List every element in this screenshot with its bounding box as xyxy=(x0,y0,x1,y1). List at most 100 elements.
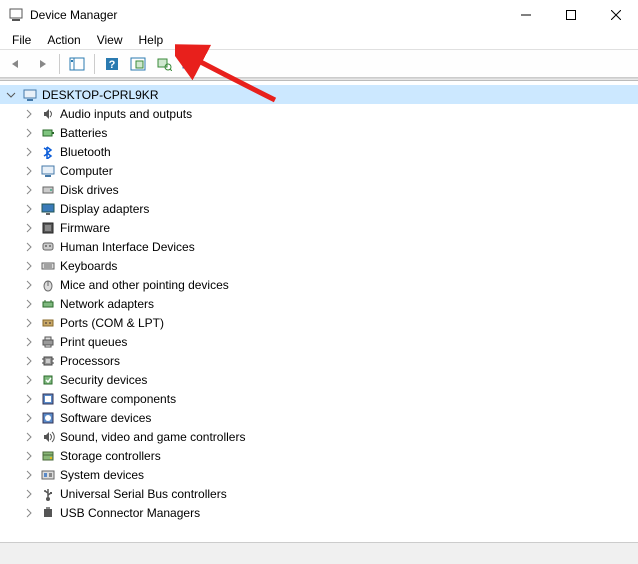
audio-icon xyxy=(40,106,56,122)
firmware-icon xyxy=(40,220,56,236)
expand-icon[interactable] xyxy=(22,278,36,292)
menubar: File Action View Help xyxy=(0,30,638,50)
help-button[interactable]: ? xyxy=(100,52,124,76)
tree-category[interactable]: Batteries xyxy=(0,123,638,142)
expand-icon[interactable] xyxy=(22,126,36,140)
expand-icon[interactable] xyxy=(22,164,36,178)
tree-category-label: Computer xyxy=(60,164,113,178)
expand-icon[interactable] xyxy=(22,373,36,387)
security-icon xyxy=(40,372,56,388)
usb-icon xyxy=(40,486,56,502)
tree-category[interactable]: Print queues xyxy=(0,332,638,351)
printer-icon xyxy=(40,334,56,350)
action-button[interactable] xyxy=(126,52,150,76)
tree-category-label: Software components xyxy=(60,392,176,406)
tree-category-label: Bluetooth xyxy=(60,145,111,159)
disk-icon xyxy=(40,182,56,198)
tree-category[interactable]: Keyboards xyxy=(0,256,638,275)
collapse-icon[interactable] xyxy=(4,88,18,102)
expand-icon[interactable] xyxy=(22,145,36,159)
menu-action[interactable]: Action xyxy=(39,31,88,49)
tree-category[interactable]: Human Interface Devices xyxy=(0,237,638,256)
tree-category[interactable]: Storage controllers xyxy=(0,446,638,465)
hid-icon xyxy=(40,239,56,255)
expand-icon[interactable] xyxy=(22,449,36,463)
tree-category[interactable]: Display adapters xyxy=(0,199,638,218)
maximize-button[interactable] xyxy=(548,0,593,30)
tree-category[interactable]: Disk drives xyxy=(0,180,638,199)
expand-icon[interactable] xyxy=(22,392,36,406)
tree-category[interactable]: Network adapters xyxy=(0,294,638,313)
tree-category[interactable]: Computer xyxy=(0,161,638,180)
tree-category-label: Mice and other pointing devices xyxy=(60,278,229,292)
tree-category[interactable]: USB Connector Managers xyxy=(0,503,638,522)
tree-category[interactable]: Software devices xyxy=(0,408,638,427)
expand-icon[interactable] xyxy=(22,316,36,330)
tree-category-label: Disk drives xyxy=(60,183,119,197)
menu-view[interactable]: View xyxy=(89,31,131,49)
expand-icon[interactable] xyxy=(22,354,36,368)
expand-icon[interactable] xyxy=(22,202,36,216)
tree-root[interactable]: DESKTOP-CPRL9KR xyxy=(0,85,638,104)
statusbar xyxy=(0,542,638,564)
titlebar: Device Manager xyxy=(0,0,638,30)
expand-icon[interactable] xyxy=(22,430,36,444)
swdev-icon xyxy=(40,410,56,426)
scan-hardware-button[interactable] xyxy=(152,52,176,76)
expand-icon[interactable] xyxy=(22,297,36,311)
battery-icon xyxy=(40,125,56,141)
expand-icon[interactable] xyxy=(22,183,36,197)
usbconn-icon xyxy=(40,505,56,521)
tree-root-label: DESKTOP-CPRL9KR xyxy=(42,88,158,102)
expand-icon[interactable] xyxy=(22,240,36,254)
tree-category[interactable]: System devices xyxy=(0,465,638,484)
tree-category-label: USB Connector Managers xyxy=(60,506,200,520)
computer-icon xyxy=(22,87,38,103)
tree-category[interactable]: Mice and other pointing devices xyxy=(0,275,638,294)
device-tree[interactable]: DESKTOP-CPRL9KR Audio inputs and outputs… xyxy=(0,81,638,542)
tree-category[interactable]: Firmware xyxy=(0,218,638,237)
display-icon xyxy=(40,201,56,217)
system-icon xyxy=(40,467,56,483)
tree-category-label: Print queues xyxy=(60,335,127,349)
expand-icon[interactable] xyxy=(22,107,36,121)
svg-text:?: ? xyxy=(109,59,116,71)
window-title: Device Manager xyxy=(30,8,503,22)
back-button[interactable] xyxy=(4,52,28,76)
tree-category-label: Security devices xyxy=(60,373,147,387)
expand-icon[interactable] xyxy=(22,411,36,425)
expand-icon[interactable] xyxy=(22,468,36,482)
tree-category-label: Firmware xyxy=(60,221,110,235)
tree-category-label: System devices xyxy=(60,468,144,482)
tree-category-label: Audio inputs and outputs xyxy=(60,107,192,121)
tree-category[interactable]: Sound, video and game controllers xyxy=(0,427,638,446)
tree-category[interactable]: Security devices xyxy=(0,370,638,389)
expand-icon[interactable] xyxy=(22,259,36,273)
close-button[interactable] xyxy=(593,0,638,30)
tree-category-label: Software devices xyxy=(60,411,151,425)
tree-category-label: Storage controllers xyxy=(60,449,161,463)
tree-category-label: Display adapters xyxy=(60,202,149,216)
tree-category[interactable]: Audio inputs and outputs xyxy=(0,104,638,123)
expand-icon[interactable] xyxy=(22,335,36,349)
storage-icon xyxy=(40,448,56,464)
tree-category[interactable]: Bluetooth xyxy=(0,142,638,161)
tree-category[interactable]: Universal Serial Bus controllers xyxy=(0,484,638,503)
app-icon xyxy=(8,7,24,23)
computer-icon xyxy=(40,163,56,179)
add-legacy-hardware-button[interactable] xyxy=(178,52,202,76)
expand-icon[interactable] xyxy=(22,487,36,501)
minimize-button[interactable] xyxy=(503,0,548,30)
tree-category[interactable]: Processors xyxy=(0,351,638,370)
tree-category[interactable]: Software components xyxy=(0,389,638,408)
show-hide-tree-button[interactable] xyxy=(65,52,89,76)
expand-icon[interactable] xyxy=(22,506,36,520)
menu-help[interactable]: Help xyxy=(131,31,172,49)
tree-category-label: Keyboards xyxy=(60,259,117,273)
tree-category[interactable]: Ports (COM & LPT) xyxy=(0,313,638,332)
keyboard-icon xyxy=(40,258,56,274)
menu-file[interactable]: File xyxy=(4,31,39,49)
forward-button[interactable] xyxy=(30,52,54,76)
toolbar: ? xyxy=(0,50,638,78)
expand-icon[interactable] xyxy=(22,221,36,235)
